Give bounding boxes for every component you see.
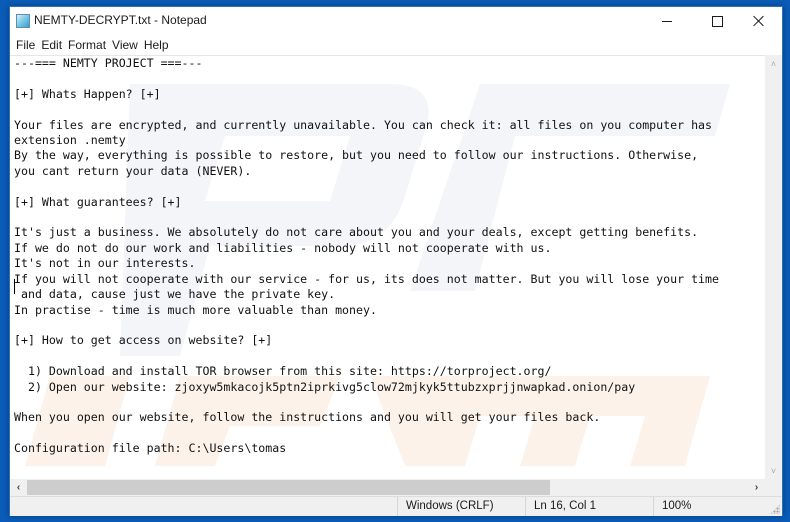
horizontal-scrollbar[interactable]: ‹ › [10, 479, 765, 496]
notepad-icon [16, 14, 30, 28]
status-blank-cell [10, 497, 397, 516]
vertical-scrollbar[interactable]: ˄ ˅ [765, 55, 782, 479]
minimize-button[interactable] [644, 7, 690, 35]
menu-edit[interactable]: Edit [38, 38, 65, 52]
document-text[interactable]: ---=== NEMTY PROJECT ===--- [+] Whats Ha… [14, 56, 719, 457]
close-icon [753, 15, 765, 27]
chevron-right-icon[interactable]: › [748, 479, 765, 496]
text-caret [14, 279, 15, 294]
status-bar: Windows (CRLF) Ln 16, Col 1 100% [10, 496, 782, 516]
horizontal-scroll-thumb[interactable] [27, 480, 550, 495]
text-editor[interactable]: ---=== NEMTY PROJECT ===--- [+] Whats Ha… [10, 55, 765, 480]
maximize-button[interactable] [694, 7, 740, 35]
chevron-up-icon[interactable]: ˄ [765, 55, 782, 72]
chevron-down-icon[interactable]: ˅ [765, 462, 782, 479]
status-line-ending: Windows (CRLF) [397, 497, 525, 516]
notepad-window: NEMTY-DECRYPT.txt - Notepad File Edit Fo… [9, 6, 783, 516]
close-button[interactable] [736, 7, 782, 35]
menu-bar: File Edit Format View Help [10, 35, 782, 55]
menu-format[interactable]: Format [65, 38, 109, 52]
scrollbar-corner [765, 479, 782, 496]
menu-help[interactable]: Help [141, 38, 172, 52]
chevron-left-icon[interactable]: ‹ [10, 479, 27, 496]
menu-view[interactable]: View [109, 38, 141, 52]
title-bar[interactable]: NEMTY-DECRYPT.txt - Notepad [10, 7, 782, 35]
status-zoom: 100% [653, 497, 765, 516]
minimize-icon [662, 20, 672, 22]
resize-grip-icon[interactable] [770, 504, 780, 514]
status-cursor-position: Ln 16, Col 1 [525, 497, 653, 516]
menu-file[interactable]: File [13, 38, 38, 52]
maximize-icon [711, 15, 723, 27]
window-title: NEMTY-DECRYPT.txt - Notepad [34, 13, 207, 27]
